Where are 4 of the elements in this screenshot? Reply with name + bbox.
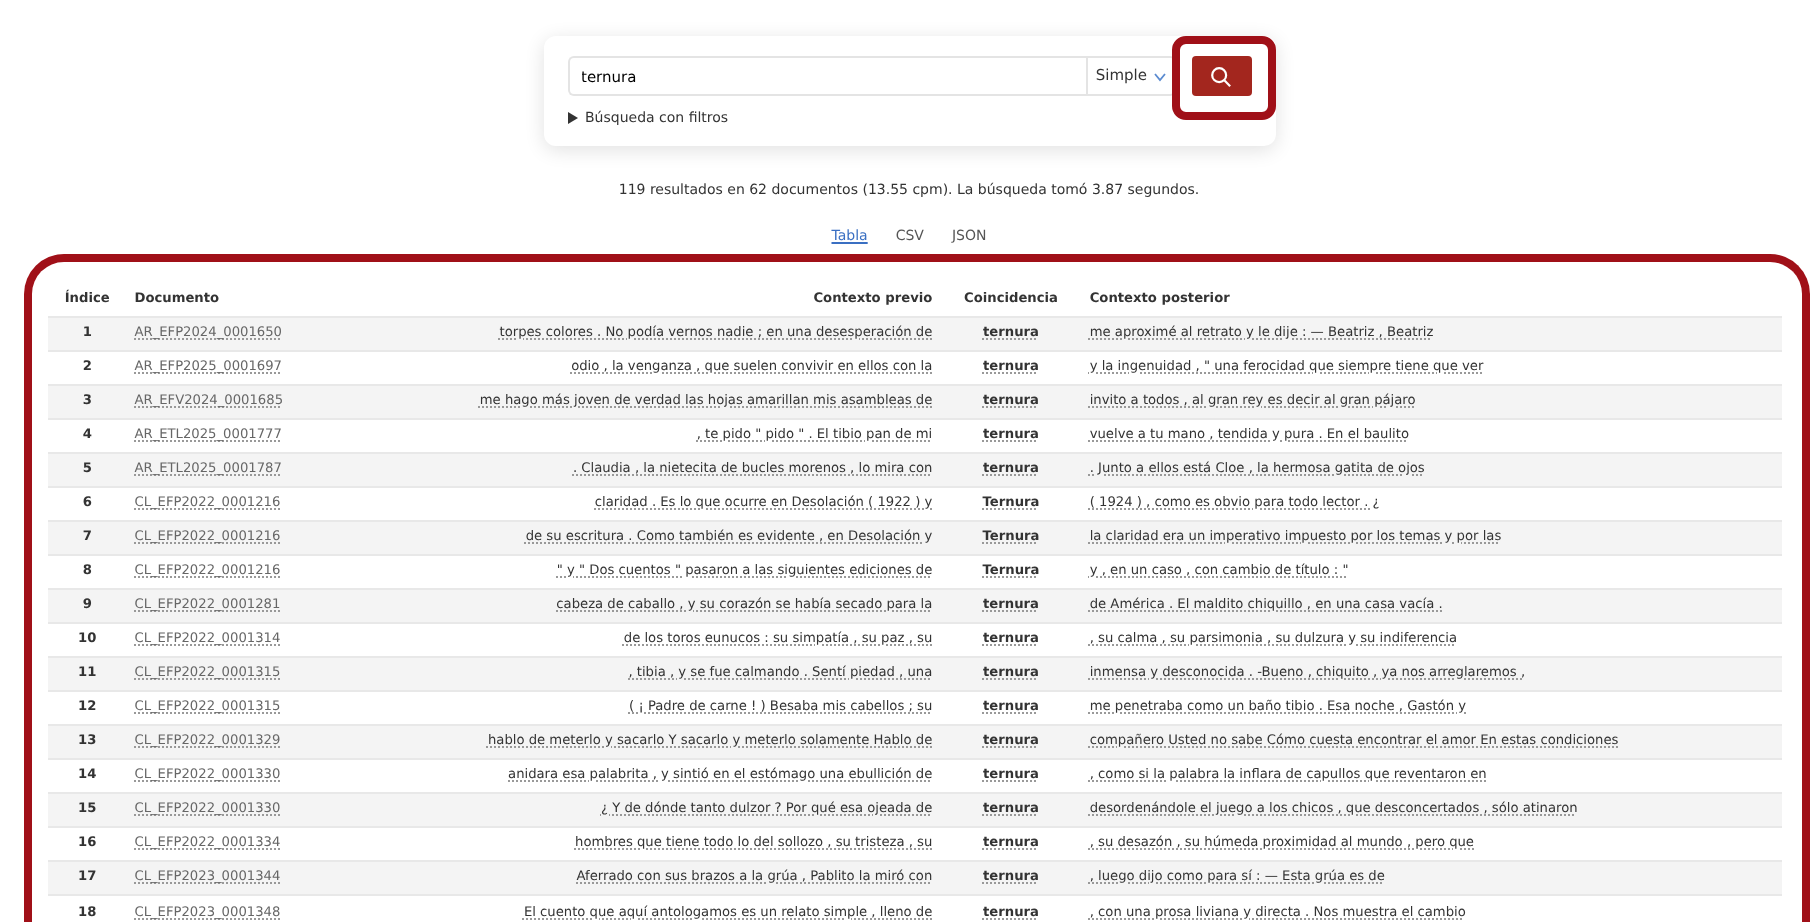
search-button[interactable]: [1191, 56, 1251, 96]
search-icon: [1210, 65, 1232, 87]
chevron-icon: [1153, 71, 1165, 81]
triangle-icon: [567, 112, 577, 125]
